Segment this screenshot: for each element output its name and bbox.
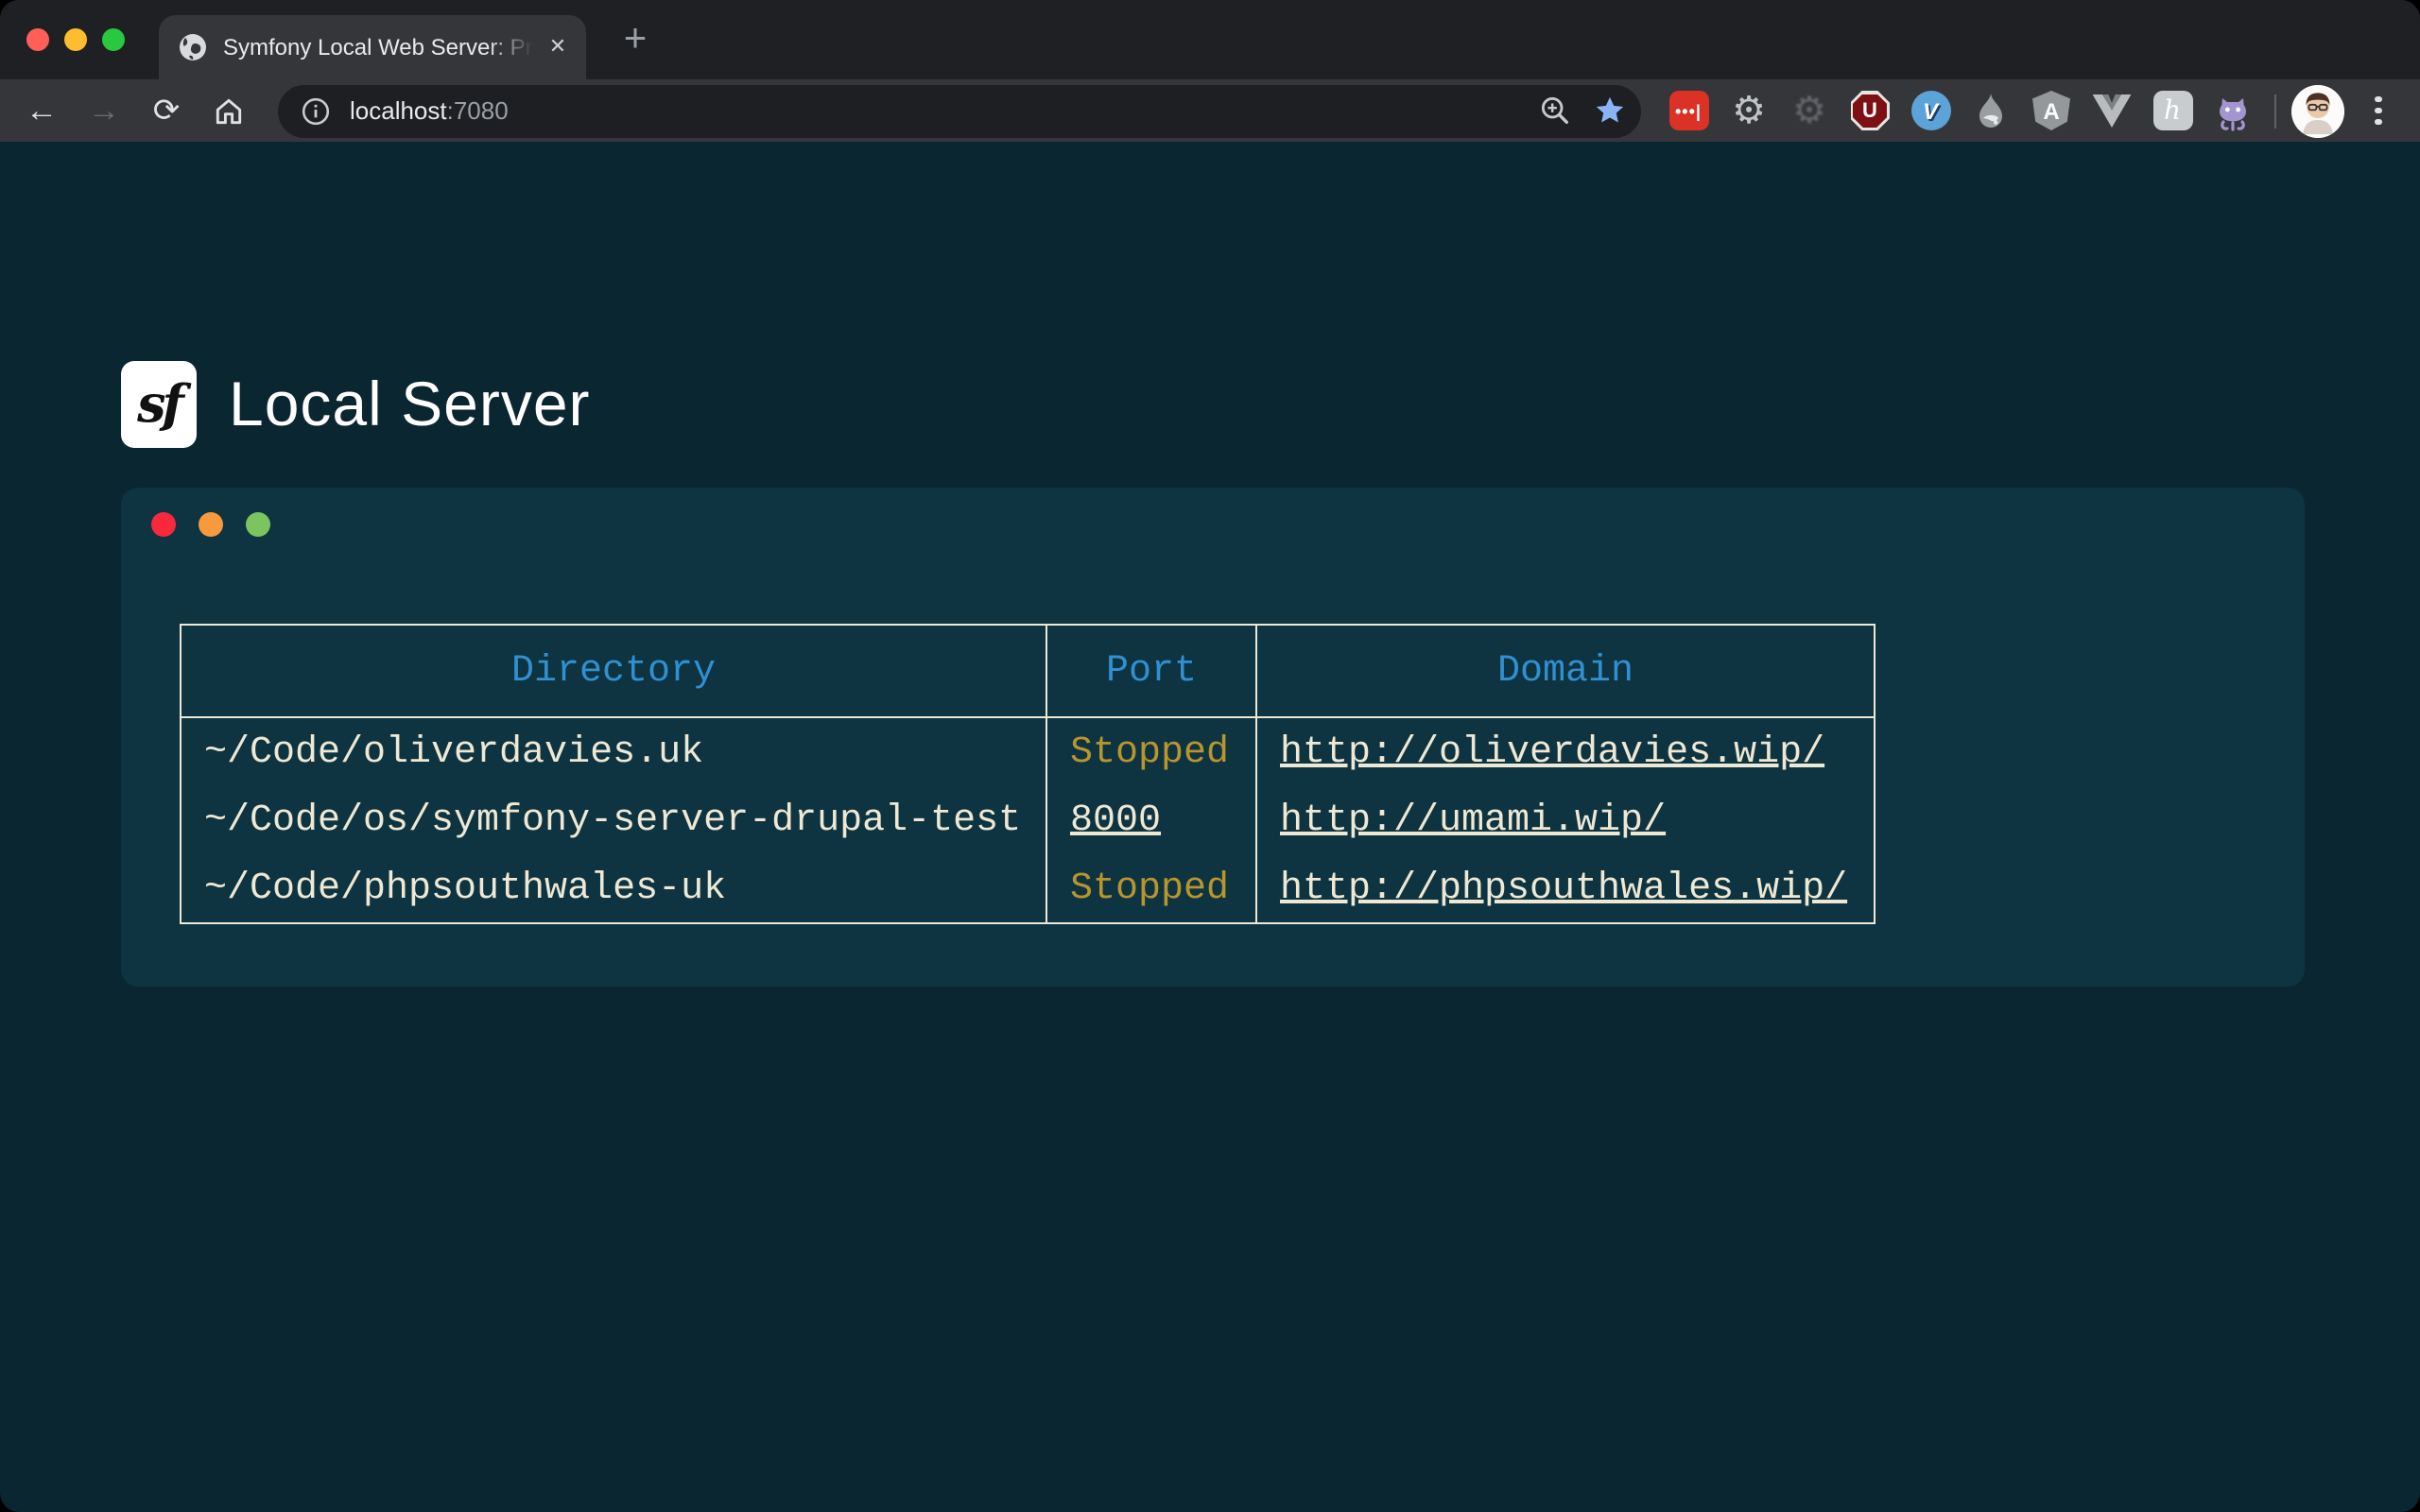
port-cell: Stopped	[1046, 717, 1256, 786]
zoom-icon[interactable]	[1539, 94, 1571, 127]
angular-extension-icon[interactable]: A	[2025, 84, 2078, 137]
macos-window-controls	[0, 28, 125, 51]
tab-strip: Symfony Local Web Server: Prox ✕ +	[0, 0, 2420, 79]
browser-window: Symfony Local Web Server: Prox ✕ + ← → ⟳…	[0, 0, 2420, 1512]
port-cell-value: Stopped	[1070, 867, 1229, 910]
server-table-body: ~/Code/oliverdavies.uk Stopped http://ol…	[181, 717, 1875, 923]
domain-link[interactable]: http://phpsouthwales.wip/	[1280, 867, 1847, 910]
window-close-button[interactable]	[26, 28, 49, 51]
symfony-logo: sf	[121, 361, 197, 448]
terminal-dot-orange	[199, 512, 223, 537]
forward-icon[interactable]: →	[78, 84, 130, 137]
terminal-dot-red	[151, 512, 176, 537]
window-minimize-button[interactable]	[64, 28, 87, 51]
terminal-card: Directory Port Domain ~/Code/oliverdavie…	[121, 488, 2305, 987]
port-cell: Stopped	[1046, 854, 1256, 923]
extensions-row: •••| ⚙ ⚙ U V A	[1662, 84, 2259, 137]
window-zoom-button[interactable]	[102, 28, 125, 51]
table-row: ~/Code/phpsouthwales-uk Stopped http://p…	[181, 854, 1875, 923]
terminal-window-dots	[151, 512, 270, 537]
port-cell-value[interactable]: 8000	[1070, 799, 1161, 842]
terminal-dot-green	[246, 512, 270, 537]
new-tab-button[interactable]: +	[609, 13, 662, 66]
table-header-row: Directory Port Domain	[181, 625, 1875, 717]
domain-link[interactable]: http://oliverdavies.wip/	[1280, 730, 1824, 774]
url-text[interactable]: localhost:7080	[350, 96, 509, 125]
domain-cell: http://phpsouthwales.wip/	[1256, 854, 1875, 923]
browser-toolbar: ← → ⟳ localhost:7080	[0, 79, 2420, 142]
url-bar[interactable]: localhost:7080	[278, 84, 1641, 137]
globe-icon	[178, 32, 208, 62]
column-header-port: Port	[1046, 625, 1256, 717]
table-row: ~/Code/oliverdavies.uk Stopped http://ol…	[181, 717, 1875, 786]
home-icon[interactable]	[202, 84, 255, 137]
column-header-domain: Domain	[1256, 625, 1875, 717]
honey-extension-icon[interactable]: h	[2146, 84, 2199, 137]
octocat-extension-icon[interactable]	[2206, 84, 2259, 137]
column-header-directory: Directory	[181, 625, 1046, 717]
toolbar-separator	[2274, 94, 2276, 128]
drupal-extension-icon[interactable]	[1964, 84, 2017, 137]
table-row: ~/Code/os/symfony-server-drupal-test 800…	[181, 786, 1875, 854]
directory-cell: ~/Code/phpsouthwales-uk	[181, 854, 1046, 923]
directory-cell: ~/Code/os/symfony-server-drupal-test	[181, 786, 1046, 854]
lastpass-extension-icon[interactable]: •••|	[1662, 84, 1715, 137]
browser-tab[interactable]: Symfony Local Web Server: Prox ✕	[159, 15, 586, 79]
bookmark-star-icon[interactable]	[1594, 94, 1626, 127]
port-cell-value: Stopped	[1070, 730, 1229, 774]
tab-close-icon[interactable]: ✕	[541, 30, 575, 64]
page-info-icon[interactable]	[301, 95, 331, 126]
reload-icon[interactable]: ⟳	[140, 84, 193, 137]
gear-dimmed-extension-icon[interactable]: ⚙	[1783, 84, 1836, 137]
directory-cell: ~/Code/oliverdavies.uk	[181, 717, 1046, 786]
domain-cell: http://oliverdavies.wip/	[1256, 717, 1875, 786]
gear-extension-icon[interactable]: ⚙	[1722, 84, 1775, 137]
page-title: Local Server	[229, 361, 591, 448]
tab-title: Symfony Local Web Server: Prox	[223, 34, 541, 60]
back-icon[interactable]: ←	[15, 84, 68, 137]
server-table: Directory Port Domain ~/Code/oliverdavie…	[180, 624, 1876, 924]
ublock-origin-extension-icon[interactable]: U	[1843, 84, 1896, 137]
blue-v-extension-icon[interactable]: V	[1904, 84, 1957, 137]
domain-link[interactable]: http://umami.wip/	[1280, 799, 1666, 842]
page-content: sf Local Server Directory Port Domain ~/	[0, 142, 2420, 1512]
profile-avatar[interactable]	[2291, 84, 2344, 137]
browser-menu-icon[interactable]	[2352, 84, 2405, 137]
domain-cell: http://umami.wip/	[1256, 786, 1875, 854]
vue-extension-icon[interactable]	[2085, 84, 2138, 137]
port-cell: 8000	[1046, 786, 1256, 854]
